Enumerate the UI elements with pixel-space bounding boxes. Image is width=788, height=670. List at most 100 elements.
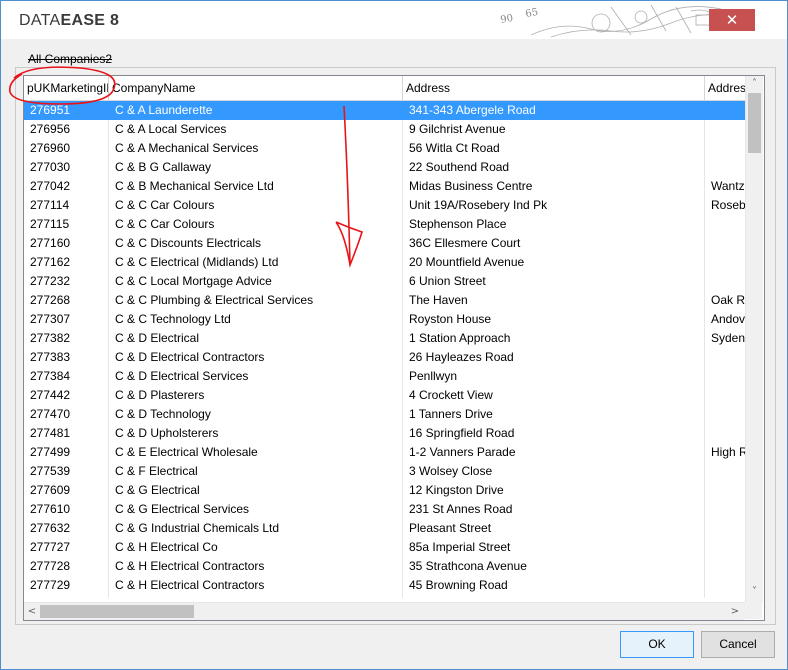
table-row[interactable]: 277728 C & H Electrical Contractors 35 Str… xyxy=(24,557,745,576)
cell-address2: Sydenh xyxy=(705,329,745,348)
cell-id: 277384 xyxy=(24,367,109,386)
title-bar[interactable]: DATAEASE 8 90 65 ✕ xyxy=(1,1,787,39)
cell-address: 9 Gilchrist Avenue xyxy=(403,120,705,139)
scroll-up-icon[interactable]: ˄ xyxy=(746,76,763,92)
companies-grid[interactable]: pUKMarketingID CompanyName Address Addre… xyxy=(23,75,765,621)
cell-address: Unit 19A/Rosebery Ind Pk xyxy=(403,196,705,215)
cell-address: 12 Kingston Drive xyxy=(403,481,705,500)
table-row[interactable]: 277384 C & D Electrical Services Penllwyn xyxy=(24,367,745,386)
cell-id: 277383 xyxy=(24,348,109,367)
cell-company-name: C & C Car Colours xyxy=(109,196,403,215)
column-header-companyname[interactable]: CompanyName xyxy=(109,76,403,100)
table-row[interactable]: 277160 C & C Discounts Electricals 36C Ell… xyxy=(24,234,745,253)
cell-id: 277268 xyxy=(24,291,109,310)
cell-company-name: C & G Electrical Services xyxy=(109,500,403,519)
table-row[interactable]: 277268 C & C Plumbing & Electrical Servic… xyxy=(24,291,745,310)
column-header-address[interactable]: Address xyxy=(403,76,705,100)
cell-address: 20 Mountfield Avenue xyxy=(403,253,705,272)
table-row[interactable]: 277499 C & E Electrical Wholesale 1-2 Vann… xyxy=(24,443,745,462)
cell-address: 35 Strathcona Avenue xyxy=(403,557,705,576)
table-row[interactable]: 277162 C & C Electrical (Midlands) Ltd 20 … xyxy=(24,253,745,272)
cell-address: Midas Business Centre xyxy=(403,177,705,196)
cell-address2 xyxy=(705,595,745,598)
cell-company-name: C & D Electrical Services xyxy=(109,367,403,386)
column-header-pukmarketingid[interactable]: pUKMarketingID xyxy=(24,76,109,100)
table-row[interactable]: 277114 C & C Car Colours Unit 19A/Rosebery… xyxy=(24,196,745,215)
cell-address: 45 Browning Road xyxy=(403,576,705,595)
cell-address2: Wantz xyxy=(705,177,745,196)
table-row[interactable]: 277042 C & B Mechanical Service Ltd Midas … xyxy=(24,177,745,196)
vertical-scrollbar[interactable]: ˄ ˅ xyxy=(745,76,763,602)
scroll-right-icon[interactable]: > xyxy=(727,603,743,620)
table-row[interactable]: 277382 C & D Electrical 1 Station Approach… xyxy=(24,329,745,348)
cell-company-name: C & C Car Colours xyxy=(109,215,403,234)
table-row[interactable]: 276951 C & A Launderette 341-343 Abergele … xyxy=(24,101,745,120)
cell-address2 xyxy=(705,348,745,367)
cell-address2 xyxy=(705,234,745,253)
cell-address2: Oak Ro xyxy=(705,291,745,310)
cell-company-name: C & G Electrical xyxy=(109,481,403,500)
table-row[interactable]: 277030 C & B G Callaway 22 Southend Road xyxy=(24,158,745,177)
table-row[interactable]: 276960 C & A Mechanical Services 56 Witla … xyxy=(24,139,745,158)
table-row[interactable]: 277610 C & G Electrical Services 231 St An… xyxy=(24,500,745,519)
cell-address: Pleasant Street xyxy=(403,519,705,538)
cell-address2 xyxy=(705,576,745,595)
table-row[interactable]: 277481 C & D Upholsterers 16 Springfield R… xyxy=(24,424,745,443)
cell-address: Royston House xyxy=(403,310,705,329)
cell-address2: High R xyxy=(705,443,745,462)
grid-rows: 276951 C & A Launderette 341-343 Abergele … xyxy=(24,101,745,598)
cell-id: 276951 xyxy=(24,101,109,120)
table-row[interactable]: 277307 C & C Technology Ltd Royston House A… xyxy=(24,310,745,329)
cell-id: 277030 xyxy=(24,158,109,177)
cell-address: 56 Witla Ct Road xyxy=(403,139,705,158)
cell-id: 277382 xyxy=(24,329,109,348)
cell-id: 277632 xyxy=(24,519,109,538)
table-row[interactable]: 277727 C & H Electrical Co 85a Imperial St… xyxy=(24,538,745,557)
vertical-scroll-thumb[interactable] xyxy=(748,93,761,153)
cell-id: 277232 xyxy=(24,272,109,291)
table-row[interactable]: 277470 C & D Technology 1 Tanners Drive xyxy=(24,405,745,424)
scroll-down-icon[interactable]: ˅ xyxy=(746,584,763,600)
cell-company-name: C & D Electrical xyxy=(109,329,403,348)
cell-company-name: C & G Industrial Chemicals Ltd xyxy=(109,519,403,538)
table-row[interactable]: 277729 C & H Electrical Contractors 45 Bro… xyxy=(24,576,745,595)
cell-company-name: C & C Local Mortgage Advice xyxy=(109,272,403,291)
cell-address2 xyxy=(705,405,745,424)
cell-address2: Andove xyxy=(705,310,745,329)
cell-address2 xyxy=(705,481,745,500)
table-row[interactable]: 277539 C & F Electrical 3 Wolsey Close xyxy=(24,462,745,481)
table-row[interactable]: 276956 C & A Local Services 9 Gilchrist Av… xyxy=(24,120,745,139)
horizontal-scrollbar[interactable]: < > xyxy=(24,602,745,620)
table-row[interactable]: 277115 C & C Car Colours Stephenson Place xyxy=(24,215,745,234)
table-row[interactable]: 277383 C & D Electrical Contractors 26 Hay… xyxy=(24,348,745,367)
table-row[interactable]: 277632 C & G Industrial Chemicals Ltd Plea… xyxy=(24,519,745,538)
table-row[interactable]: 277730C & H Technical Services254 Main S… xyxy=(24,595,745,598)
group-label: All Companies2 xyxy=(28,52,113,66)
close-button[interactable]: ✕ xyxy=(709,9,755,31)
cell-address2 xyxy=(705,386,745,405)
cell-company-name: C & A Mechanical Services xyxy=(109,139,403,158)
cell-id: 277539 xyxy=(24,462,109,481)
cell-company-name: C & H Technical Services xyxy=(109,595,403,598)
table-row[interactable]: 277609 C & G Electrical 12 Kingston Drive xyxy=(24,481,745,500)
cell-id: 277307 xyxy=(24,310,109,329)
cell-id: 277114 xyxy=(24,196,109,215)
cell-id: 277481 xyxy=(24,424,109,443)
table-row[interactable]: 277232 C & C Local Mortgage Advice 6 Union… xyxy=(24,272,745,291)
cell-id: 277728 xyxy=(24,557,109,576)
column-header-address2[interactable]: Address2 xyxy=(705,76,746,100)
cell-company-name: C & B G Callaway xyxy=(109,158,403,177)
cell-company-name: C & F Electrical xyxy=(109,462,403,481)
cell-address2 xyxy=(705,120,745,139)
cancel-button[interactable]: Cancel xyxy=(701,631,775,658)
cell-address2 xyxy=(705,557,745,576)
horizontal-scroll-thumb[interactable] xyxy=(40,605,194,618)
cell-company-name: C & D Technology xyxy=(109,405,403,424)
ok-button[interactable]: OK xyxy=(620,631,694,658)
table-row[interactable]: 277442 C & D Plasterers 4 Crockett View xyxy=(24,386,745,405)
scroll-left-icon[interactable]: < xyxy=(24,603,40,620)
grid-header: pUKMarketingID CompanyName Address Addre… xyxy=(24,76,746,101)
app-title-bold: EASE 8 xyxy=(60,12,120,29)
cell-address: 254 Main Street xyxy=(403,595,705,598)
app-title: DATAEASE 8 xyxy=(19,12,119,30)
